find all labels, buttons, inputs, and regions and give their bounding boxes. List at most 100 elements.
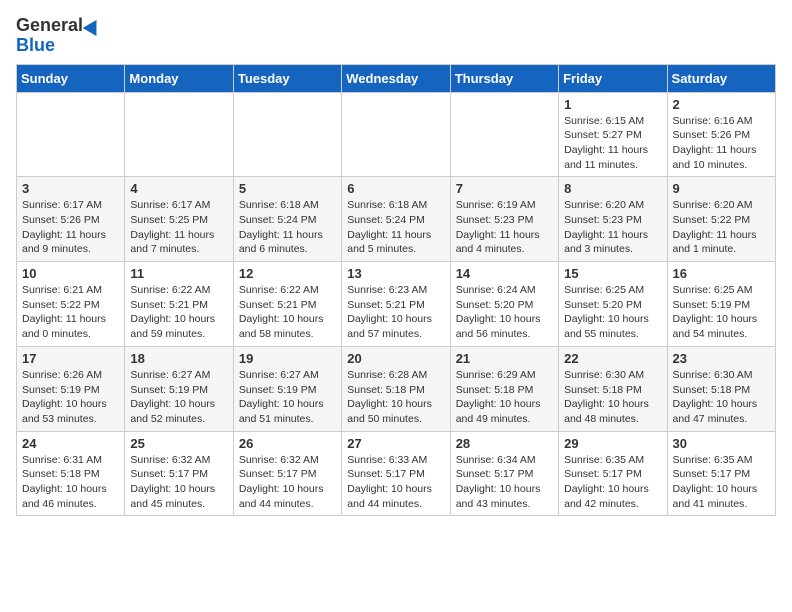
day-number: 17 <box>22 351 119 366</box>
calendar-cell: 24 Sunrise: 6:31 AM Sunset: 5:18 PM Dayli… <box>17 431 125 516</box>
day-number: 29 <box>564 436 661 451</box>
calendar-cell: 2 Sunrise: 6:16 AM Sunset: 5:26 PM Daylig… <box>667 92 775 177</box>
day-info: Sunrise: 6:25 AM Sunset: 5:19 PM Dayligh… <box>673 283 770 342</box>
day-info: Sunrise: 6:35 AM Sunset: 5:17 PM Dayligh… <box>673 453 770 512</box>
day-number: 19 <box>239 351 336 366</box>
day-number: 1 <box>564 97 661 112</box>
day-number: 5 <box>239 181 336 196</box>
day-of-week-header: Sunday <box>17 64 125 92</box>
day-info: Sunrise: 6:28 AM Sunset: 5:18 PM Dayligh… <box>347 368 444 427</box>
calendar-cell: 13 Sunrise: 6:23 AM Sunset: 5:21 PM Dayli… <box>342 262 450 347</box>
day-number: 3 <box>22 181 119 196</box>
day-of-week-header: Friday <box>559 64 667 92</box>
day-number: 4 <box>130 181 227 196</box>
day-number: 8 <box>564 181 661 196</box>
calendar-cell: 21 Sunrise: 6:29 AM Sunset: 5:18 PM Dayli… <box>450 346 558 431</box>
calendar-cell: 17 Sunrise: 6:26 AM Sunset: 5:19 PM Dayli… <box>17 346 125 431</box>
day-info: Sunrise: 6:24 AM Sunset: 5:20 PM Dayligh… <box>456 283 553 342</box>
day-number: 24 <box>22 436 119 451</box>
calendar-week-row: 17 Sunrise: 6:26 AM Sunset: 5:19 PM Dayli… <box>17 346 776 431</box>
day-number: 13 <box>347 266 444 281</box>
calendar-cell: 10 Sunrise: 6:21 AM Sunset: 5:22 PM Dayli… <box>17 262 125 347</box>
day-info: Sunrise: 6:33 AM Sunset: 5:17 PM Dayligh… <box>347 453 444 512</box>
day-number: 20 <box>347 351 444 366</box>
calendar-cell <box>233 92 341 177</box>
day-info: Sunrise: 6:25 AM Sunset: 5:20 PM Dayligh… <box>564 283 661 342</box>
day-info: Sunrise: 6:17 AM Sunset: 5:25 PM Dayligh… <box>130 198 227 257</box>
day-number: 26 <box>239 436 336 451</box>
calendar-cell: 26 Sunrise: 6:32 AM Sunset: 5:17 PM Dayli… <box>233 431 341 516</box>
calendar-week-row: 10 Sunrise: 6:21 AM Sunset: 5:22 PM Dayli… <box>17 262 776 347</box>
day-info: Sunrise: 6:27 AM Sunset: 5:19 PM Dayligh… <box>239 368 336 427</box>
day-number: 18 <box>130 351 227 366</box>
calendar-header-row: SundayMondayTuesdayWednesdayThursdayFrid… <box>17 64 776 92</box>
day-number: 28 <box>456 436 553 451</box>
day-info: Sunrise: 6:32 AM Sunset: 5:17 PM Dayligh… <box>239 453 336 512</box>
day-number: 25 <box>130 436 227 451</box>
calendar-cell <box>17 92 125 177</box>
calendar-cell: 11 Sunrise: 6:22 AM Sunset: 5:21 PM Dayli… <box>125 262 233 347</box>
calendar-cell: 16Sunrise: 6:25 AM Sunset: 5:19 PM Dayli… <box>667 262 775 347</box>
calendar-cell: 28 Sunrise: 6:34 AM Sunset: 5:17 PM Dayli… <box>450 431 558 516</box>
day-number: 23 <box>673 351 770 366</box>
day-info: Sunrise: 6:29 AM Sunset: 5:18 PM Dayligh… <box>456 368 553 427</box>
calendar-cell: 4 Sunrise: 6:17 AM Sunset: 5:25 PM Daylig… <box>125 177 233 262</box>
calendar-cell: 3 Sunrise: 6:17 AM Sunset: 5:26 PM Daylig… <box>17 177 125 262</box>
logo-triangle-icon <box>83 16 104 36</box>
day-info: Sunrise: 6:32 AM Sunset: 5:17 PM Dayligh… <box>130 453 227 512</box>
calendar-cell: 19 Sunrise: 6:27 AM Sunset: 5:19 PM Dayli… <box>233 346 341 431</box>
day-info: Sunrise: 6:19 AM Sunset: 5:23 PM Dayligh… <box>456 198 553 257</box>
day-info: Sunrise: 6:20 AM Sunset: 5:23 PM Dayligh… <box>564 198 661 257</box>
day-of-week-header: Wednesday <box>342 64 450 92</box>
day-number: 9 <box>673 181 770 196</box>
logo-text-general: General <box>16 16 83 36</box>
day-number: 30 <box>673 436 770 451</box>
day-info: Sunrise: 6:20 AM Sunset: 5:22 PM Dayligh… <box>673 198 770 257</box>
day-info: Sunrise: 6:22 AM Sunset: 5:21 PM Dayligh… <box>130 283 227 342</box>
calendar-cell: 20 Sunrise: 6:28 AM Sunset: 5:18 PM Dayli… <box>342 346 450 431</box>
day-number: 10 <box>22 266 119 281</box>
day-number: 21 <box>456 351 553 366</box>
day-info: Sunrise: 6:31 AM Sunset: 5:18 PM Dayligh… <box>22 453 119 512</box>
day-number: 2 <box>673 97 770 112</box>
page-header: General Blue <box>16 16 776 56</box>
calendar-cell: 6Sunrise: 6:18 AM Sunset: 5:24 PM Daylig… <box>342 177 450 262</box>
day-number: 27 <box>347 436 444 451</box>
calendar-cell: 12Sunrise: 6:22 AM Sunset: 5:21 PM Dayli… <box>233 262 341 347</box>
calendar-cell: 5 Sunrise: 6:18 AM Sunset: 5:24 PM Daylig… <box>233 177 341 262</box>
logo: General Blue <box>16 16 101 56</box>
day-number: 22 <box>564 351 661 366</box>
calendar-cell <box>450 92 558 177</box>
day-info: Sunrise: 6:34 AM Sunset: 5:17 PM Dayligh… <box>456 453 553 512</box>
day-of-week-header: Tuesday <box>233 64 341 92</box>
day-info: Sunrise: 6:18 AM Sunset: 5:24 PM Dayligh… <box>239 198 336 257</box>
day-info: Sunrise: 6:21 AM Sunset: 5:22 PM Dayligh… <box>22 283 119 342</box>
day-info: Sunrise: 6:17 AM Sunset: 5:26 PM Dayligh… <box>22 198 119 257</box>
calendar-cell: 1Sunrise: 6:15 AM Sunset: 5:27 PM Daylig… <box>559 92 667 177</box>
calendar-cell: 29 Sunrise: 6:35 AM Sunset: 5:17 PM Dayli… <box>559 431 667 516</box>
day-info: Sunrise: 6:16 AM Sunset: 5:26 PM Dayligh… <box>673 114 770 173</box>
calendar-cell: 18 Sunrise: 6:27 AM Sunset: 5:19 PM Dayli… <box>125 346 233 431</box>
day-number: 11 <box>130 266 227 281</box>
calendar-cell: 27 Sunrise: 6:33 AM Sunset: 5:17 PM Dayli… <box>342 431 450 516</box>
day-of-week-header: Saturday <box>667 64 775 92</box>
day-of-week-header: Monday <box>125 64 233 92</box>
day-info: Sunrise: 6:23 AM Sunset: 5:21 PM Dayligh… <box>347 283 444 342</box>
calendar-cell: 25 Sunrise: 6:32 AM Sunset: 5:17 PM Dayli… <box>125 431 233 516</box>
calendar-cell: 8 Sunrise: 6:20 AM Sunset: 5:23 PM Daylig… <box>559 177 667 262</box>
day-of-week-header: Thursday <box>450 64 558 92</box>
day-number: 15 <box>564 266 661 281</box>
day-info: Sunrise: 6:26 AM Sunset: 5:19 PM Dayligh… <box>22 368 119 427</box>
day-info: Sunrise: 6:18 AM Sunset: 5:24 PM Dayligh… <box>347 198 444 257</box>
calendar-cell <box>125 92 233 177</box>
day-info: Sunrise: 6:27 AM Sunset: 5:19 PM Dayligh… <box>130 368 227 427</box>
logo-text-blue: Blue <box>16 36 55 56</box>
calendar-cell: 14 Sunrise: 6:24 AM Sunset: 5:20 PM Dayli… <box>450 262 558 347</box>
calendar-week-row: 24 Sunrise: 6:31 AM Sunset: 5:18 PM Dayli… <box>17 431 776 516</box>
calendar-cell: 9 Sunrise: 6:20 AM Sunset: 5:22 PM Daylig… <box>667 177 775 262</box>
day-number: 12 <box>239 266 336 281</box>
day-number: 14 <box>456 266 553 281</box>
day-info: Sunrise: 6:35 AM Sunset: 5:17 PM Dayligh… <box>564 453 661 512</box>
calendar-cell: 22Sunrise: 6:30 AM Sunset: 5:18 PM Dayli… <box>559 346 667 431</box>
calendar-cell: 30 Sunrise: 6:35 AM Sunset: 5:17 PM Dayli… <box>667 431 775 516</box>
